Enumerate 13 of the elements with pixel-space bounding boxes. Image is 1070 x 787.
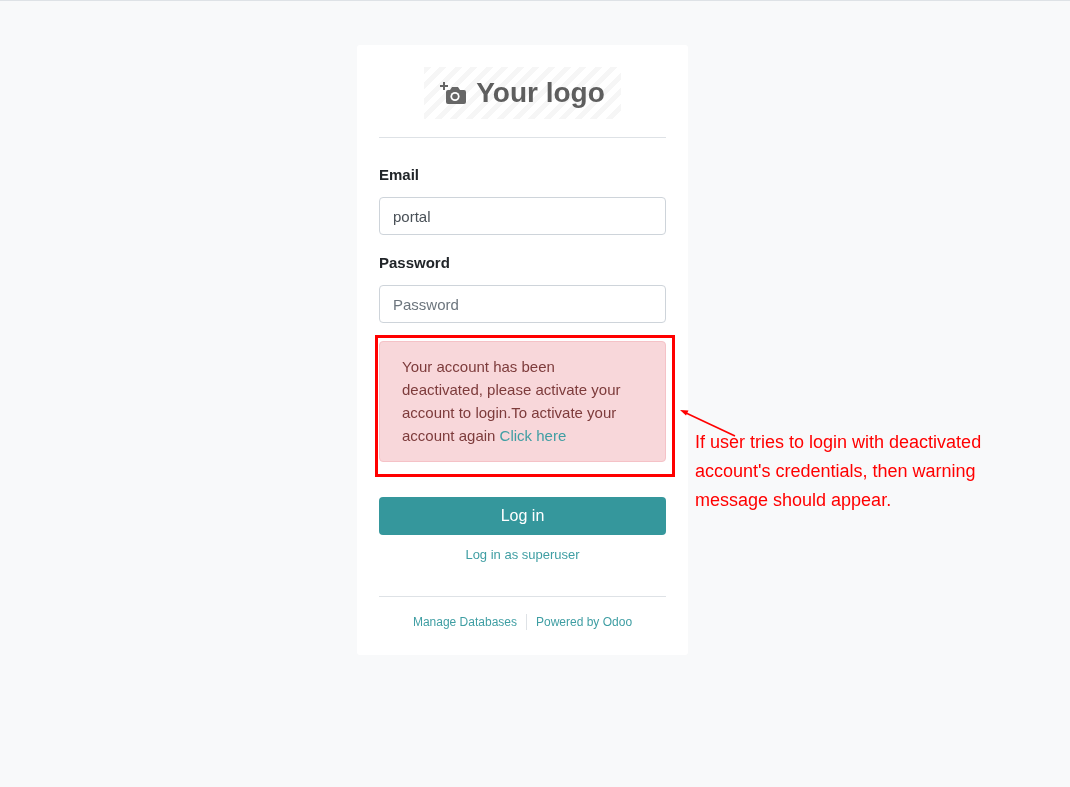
input-field[interactable]: portal — [379, 197, 666, 235]
logo-text: Your logo — [476, 76, 605, 110]
annotation-text: If user tries to login with deactivated account's credentials, then warning message should appear. — [695, 431, 983, 512]
click-here-link[interactable]: Click here — [499, 427, 567, 444]
warning-message: Your account has been deactivated, please activate your account to login.To activate your account again Click here — [402, 357, 622, 446]
login-button[interactable]: Log in — [379, 497, 666, 535]
superuser-login-link[interactable]: Log in as superuser — [465, 547, 580, 563]
input-field[interactable]: Password — [379, 285, 666, 323]
field-label: Password — [379, 253, 450, 273]
camera-plus-icon — [440, 82, 467, 104]
footer-link[interactable]: Manage Databases — [412, 614, 517, 630]
footer-link[interactable]: Powered by Odoo — [536, 614, 633, 630]
field-label: Email — [379, 165, 420, 185]
